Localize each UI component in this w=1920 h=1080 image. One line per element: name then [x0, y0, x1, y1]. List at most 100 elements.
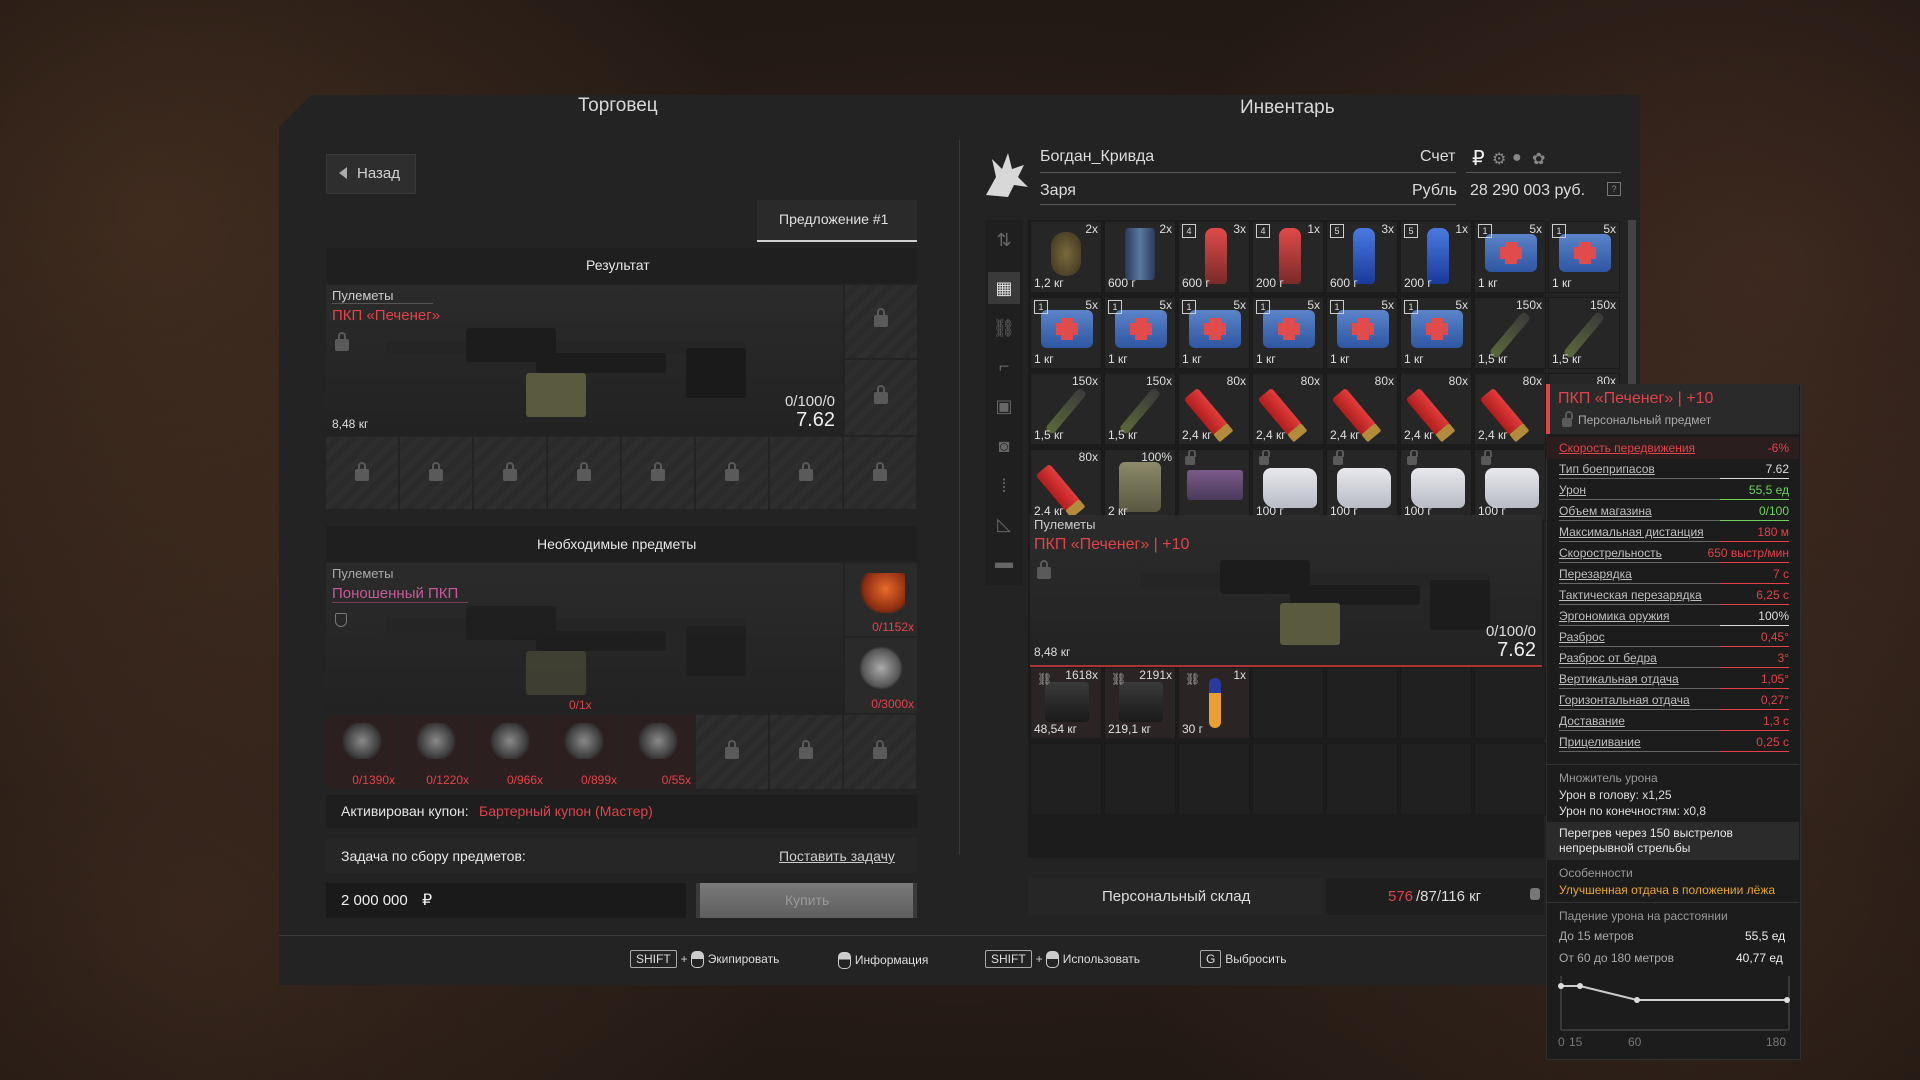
personal-stash-tab[interactable]: Персональный склад — [1028, 878, 1322, 915]
inventory-item[interactable]: 100 г — [1400, 449, 1472, 521]
inventory-item[interactable]: 100 г — [1252, 449, 1324, 521]
set-task-link[interactable]: Поставить задачу — [779, 848, 895, 864]
empty-inventory-slot[interactable] — [1474, 667, 1546, 739]
materials-filter-icon[interactable]: ⛓ — [988, 312, 1020, 344]
required-item-count: 0/1x — [569, 698, 592, 712]
material-slot[interactable]: 0/1390x — [326, 715, 398, 789]
empty-inventory-slot[interactable] — [1252, 743, 1324, 815]
empty-inventory-slot[interactable] — [1178, 743, 1250, 815]
tools-filter-icon[interactable]: ◺ — [988, 508, 1020, 540]
inventory-item[interactable]: 80x 2,4 кг — [1030, 449, 1102, 521]
item-count: 80x — [1448, 374, 1468, 388]
inventory-item[interactable]: 4 1x 200 г — [1252, 221, 1324, 293]
empty-inventory-slot[interactable] — [1326, 743, 1398, 815]
lock-icon — [651, 462, 665, 481]
tooltip-subtitle: Персональный предмет — [1578, 413, 1712, 427]
lock-icon — [873, 462, 887, 481]
material-count: 0/3000x — [871, 697, 914, 711]
empty-inventory-slot[interactable] — [1104, 743, 1176, 815]
inventory-item[interactable]: 150x 1,5 кг — [1474, 297, 1546, 369]
box-filter-icon[interactable]: ▬ — [988, 546, 1020, 578]
stat-value: 3° — [1777, 651, 1789, 665]
inventory-item[interactable]: 80x 2,4 кг — [1252, 373, 1324, 445]
item-weight: 1 кг — [1330, 352, 1350, 366]
locked-slot — [770, 715, 842, 789]
price-value: 2 000 000 — [341, 892, 408, 909]
inventory-item[interactable]: 2x 600 г — [1104, 221, 1176, 293]
inventory-item[interactable]: 150x 1,5 кг — [1548, 297, 1620, 369]
item-level-badge: 1 — [1182, 300, 1196, 314]
inventory-item[interactable]: 1 5x 1 кг — [1178, 297, 1250, 369]
item-weight: 1 кг — [1478, 276, 1498, 290]
help-icon[interactable]: ? — [1607, 182, 1621, 196]
ammo-filter-icon[interactable]: ⁞ — [988, 470, 1020, 502]
material-slot[interactable]: 0/55x — [622, 715, 694, 789]
locked-slot — [845, 360, 917, 435]
armor-filter-icon[interactable]: ▣ — [988, 390, 1020, 422]
item-count: 80x — [1300, 374, 1320, 388]
required-item-card[interactable]: Пулеметы Поношенный ПКП 0/1x — [326, 563, 843, 713]
camera-filter-icon[interactable]: ◙ — [988, 430, 1020, 462]
inventory-item[interactable]: 100 г — [1326, 449, 1398, 521]
weapons-filter-icon[interactable]: ⌐ — [988, 350, 1020, 382]
material-slot[interactable]: 0/1152x — [845, 563, 917, 636]
stat-bar — [1559, 478, 1789, 479]
inventory-weapon-card[interactable]: Пулеметы ПКП «Печенег» | +10 0/100/0 7.6… — [1030, 515, 1542, 667]
inventory-item[interactable]: 80x 2,4 кг — [1474, 373, 1546, 445]
machine-gun-image — [386, 313, 766, 418]
stat-name: Тактическая перезарядка — [1559, 588, 1702, 602]
stat-name: Разброс — [1559, 630, 1605, 644]
inventory-item[interactable]: 1 5x 1 кг — [1030, 297, 1102, 369]
material-slot[interactable]: 0/899x — [548, 715, 620, 789]
material-slot[interactable]: 0/1220x — [400, 715, 472, 789]
item-weight: 1,5 кг — [1034, 428, 1064, 442]
empty-inventory-slot[interactable] — [1030, 743, 1102, 815]
inventory-item[interactable]: 100 г — [1474, 449, 1546, 521]
buy-button[interactable]: Купить — [696, 883, 917, 918]
inventory-item[interactable]: 100% 2 кг — [1104, 449, 1176, 521]
inventory-item[interactable]: 150x 1,5 кг — [1104, 373, 1176, 445]
inventory-item[interactable]: 80x 2,4 кг — [1326, 373, 1398, 445]
hint-info-label: Информация — [854, 953, 929, 967]
material-slot[interactable]: 0/966x — [474, 715, 546, 789]
inventory-item[interactable]: 5 1x 200 г — [1400, 221, 1472, 293]
inventory-item[interactable]: ⛓ 2191x 219,1 кг — [1104, 667, 1176, 739]
task-label: Задача по сбору предметов: — [341, 848, 526, 864]
empty-inventory-slot[interactable] — [1400, 743, 1472, 815]
inventory-item[interactable]: 150x 1,5 кг — [1030, 373, 1102, 445]
item-level-badge: 1 — [1256, 300, 1270, 314]
inventory-item[interactable]: 4 3x 600 г — [1178, 221, 1250, 293]
inventory-item[interactable]: 1 5x 1 кг — [1252, 297, 1324, 369]
stat-bar — [1559, 520, 1789, 521]
tooltip-stat-row: Скорость передвижения -6% — [1559, 439, 1789, 459]
empty-inventory-slot[interactable] — [1474, 743, 1546, 815]
inventory-item[interactable]: 1 5x 1 кг — [1474, 221, 1546, 293]
inventory-scrollbar[interactable] — [1628, 220, 1636, 390]
back-label: Назад — [357, 165, 400, 182]
inventory-item[interactable]: 1 5x 1 кг — [1326, 297, 1398, 369]
inventory-item[interactable]: 80x 2,4 кг — [1400, 373, 1472, 445]
inventory-item[interactable]: 2x 1,2 кг — [1030, 221, 1102, 293]
inventory-item[interactable]: 80x 2,4 кг — [1178, 373, 1250, 445]
empty-inventory-slot[interactable] — [1252, 667, 1324, 739]
result-item-card[interactable]: Пулеметы ПКП «Печенег» 0/100/0 7.62 8,48… — [326, 285, 843, 435]
locked-slot — [845, 285, 917, 358]
empty-inventory-slot[interactable] — [1326, 667, 1398, 739]
account-label: Счет — [1420, 148, 1456, 165]
inventory-item[interactable]: 1 5x 1 кг — [1548, 221, 1620, 293]
inventory-item[interactable]: 5 3x 600 г — [1326, 221, 1398, 293]
empty-inventory-slot[interactable] — [1400, 667, 1472, 739]
inventory-item[interactable]: ⛓ 1x 30 г — [1178, 667, 1250, 739]
all-items-grid-icon[interactable]: ▦ — [988, 272, 1020, 304]
lock-icon — [1037, 560, 1051, 579]
inventory-item[interactable]: ⛓ 1618x 48,54 кг — [1030, 667, 1102, 739]
locked-slot — [844, 437, 916, 509]
back-button[interactable]: Назад — [326, 154, 416, 194]
material-slot[interactable]: 0/3000x — [845, 638, 917, 713]
lock-icon — [1185, 450, 1196, 465]
inventory-item[interactable] — [1178, 449, 1250, 521]
inventory-item[interactable]: 1 5x 1 кг — [1400, 297, 1472, 369]
tab-offer-1[interactable]: Предложение #1 — [757, 200, 917, 242]
inventory-item[interactable]: 1 5x 1 кг — [1104, 297, 1176, 369]
sort-filter-icon[interactable]: ⇅ — [988, 224, 1020, 256]
